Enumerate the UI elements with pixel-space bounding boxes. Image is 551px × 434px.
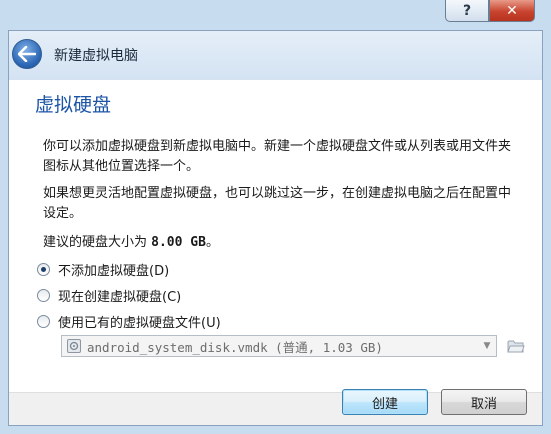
help-icon: ? xyxy=(462,2,472,19)
existing-disk-select[interactable]: android_system_disk.vmdk (普通, 1.03 GB) ▼ xyxy=(61,335,497,357)
radio-button[interactable] xyxy=(37,289,50,302)
create-button[interactable]: 创建 xyxy=(342,389,428,415)
hard-disk-icon xyxy=(67,339,81,353)
folder-icon xyxy=(507,340,525,353)
back-button[interactable] xyxy=(12,39,42,69)
size-suffix: 。 xyxy=(205,235,219,250)
radio-label[interactable]: 现在创建虚拟硬盘(C) xyxy=(58,286,181,305)
close-button[interactable]: ✕ xyxy=(489,0,535,22)
radio-selected-dot xyxy=(41,267,46,272)
size-prefix: 建议的硬盘大小为 xyxy=(43,235,152,250)
wizard-title: 新建虚拟电脑 xyxy=(54,48,138,64)
wizard-page: 虚拟硬盘 你可以添加虚拟硬盘到新虚拟电脑中。新建一个虚拟硬盘文件或从列表或用文件… xyxy=(9,79,542,393)
selected-disk-value: android_system_disk.vmdk (普通, 1.03 GB) xyxy=(87,339,383,355)
wizard-header: 新建虚拟电脑 xyxy=(9,31,542,79)
close-icon: ✕ xyxy=(506,2,518,19)
radio-button[interactable] xyxy=(37,315,50,328)
radio-no-disk[interactable]: 不添加虚拟硬盘(D) xyxy=(37,260,169,279)
cancel-button[interactable]: 取消 xyxy=(441,389,527,415)
radio-label[interactable]: 不添加虚拟硬盘(D) xyxy=(58,260,169,279)
size-value: 8.00 GB xyxy=(151,235,206,250)
description-paragraph-2: 如果想更灵活地配置虚拟硬盘，也可以跳过这一步，在创建虚拟电脑之后在配置中设定。 xyxy=(43,186,512,221)
title-bar: ? ✕ xyxy=(0,0,551,30)
radio-button[interactable] xyxy=(37,263,50,276)
back-arrow-icon xyxy=(18,46,36,62)
description-paragraph-1: 你可以添加虚拟硬盘到新虚拟电脑中。新建一个虚拟硬盘文件或从列表或用文件夹图标从其… xyxy=(43,139,512,174)
radio-label[interactable]: 使用已有的虚拟硬盘文件(U) xyxy=(58,312,221,331)
radio-create-disk[interactable]: 现在创建虚拟硬盘(C) xyxy=(37,286,181,305)
section-title: 虚拟硬盘 xyxy=(35,94,112,116)
dialog-client-area: 新建虚拟电脑 虚拟硬盘 你可以添加虚拟硬盘到新虚拟电脑中。新建一个虚拟硬盘文件或… xyxy=(8,30,543,426)
recommended-size-text: 建议的硬盘大小为 8.00 GB。 xyxy=(43,231,219,250)
dialog-window: ? ✕ 新建虚拟电脑 虚拟硬盘 你可以添加虚拟硬盘到新虚拟电脑中。新建一个虚拟硬… xyxy=(0,0,551,434)
help-button[interactable]: ? xyxy=(445,0,489,22)
chevron-down-icon[interactable]: ▼ xyxy=(478,341,496,351)
choose-disk-folder-button[interactable] xyxy=(506,336,526,356)
radio-use-existing-disk[interactable]: 使用已有的虚拟硬盘文件(U) xyxy=(37,312,221,331)
